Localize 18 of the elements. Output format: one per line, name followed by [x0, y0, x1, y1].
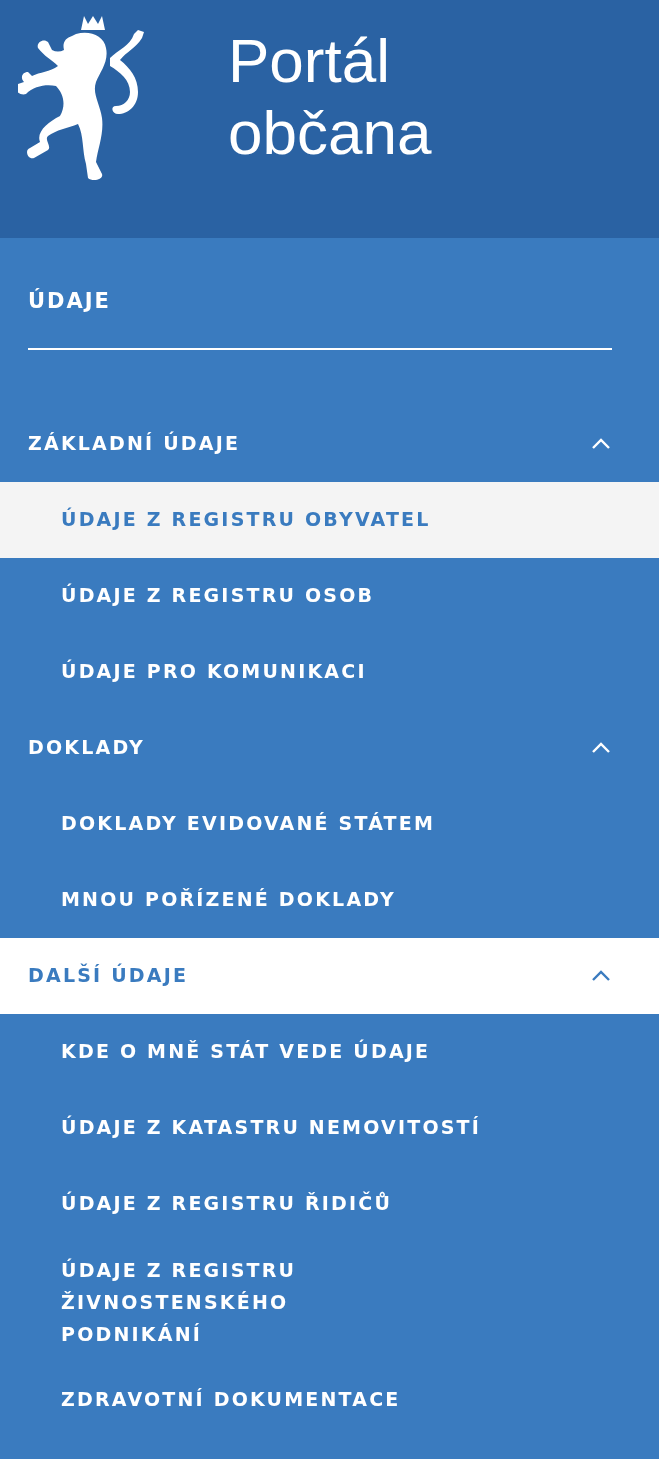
menu-group[interactable]: DALŠÍ ÚDAJE: [0, 937, 659, 1014]
menu-group[interactable]: DOKLADY: [0, 709, 659, 786]
menu-item[interactable]: ÚDAJE Z KATASTRU NEMOVITOSTÍ: [0, 1089, 659, 1166]
menu-item[interactable]: MNOU POŘÍZENÉ DOKLADY: [0, 861, 659, 938]
menu-item[interactable]: ÚDAJE Z REGISTRU OSOB: [0, 557, 659, 634]
menu-item[interactable]: KDE O MNĚ STÁT VEDE ÚDAJE: [0, 1013, 659, 1090]
chevron-up-icon: [591, 437, 611, 450]
menu-item[interactable]: DOKLADY EVIDOVANÉ STÁTEM: [0, 785, 659, 862]
chevron-up-icon: [591, 969, 611, 982]
portal-title: Portál občana: [228, 25, 432, 169]
menu-group[interactable]: ZÁKLADNÍ ÚDAJE: [0, 405, 659, 482]
menu-item[interactable]: ÚDAJE PRO KOMUNIKACI: [0, 633, 659, 710]
section-title: ÚDAJE: [28, 287, 111, 315]
menu-item[interactable]: ÚDAJE Z REGISTRU ŘIDIČŮ: [0, 1165, 659, 1242]
chevron-up-icon: [591, 741, 611, 754]
menu-item[interactable]: ZDRAVOTNÍ DOKUMENTACE: [0, 1361, 659, 1438]
menu-item[interactable]: ÚDAJE Z REGISTRU ŽIVNOSTENSKÉHO PODNIKÁNÍ: [0, 1241, 460, 1362]
menu-item[interactable]: ÚDAJE Z REGISTRU OBYVATEL: [0, 481, 659, 558]
